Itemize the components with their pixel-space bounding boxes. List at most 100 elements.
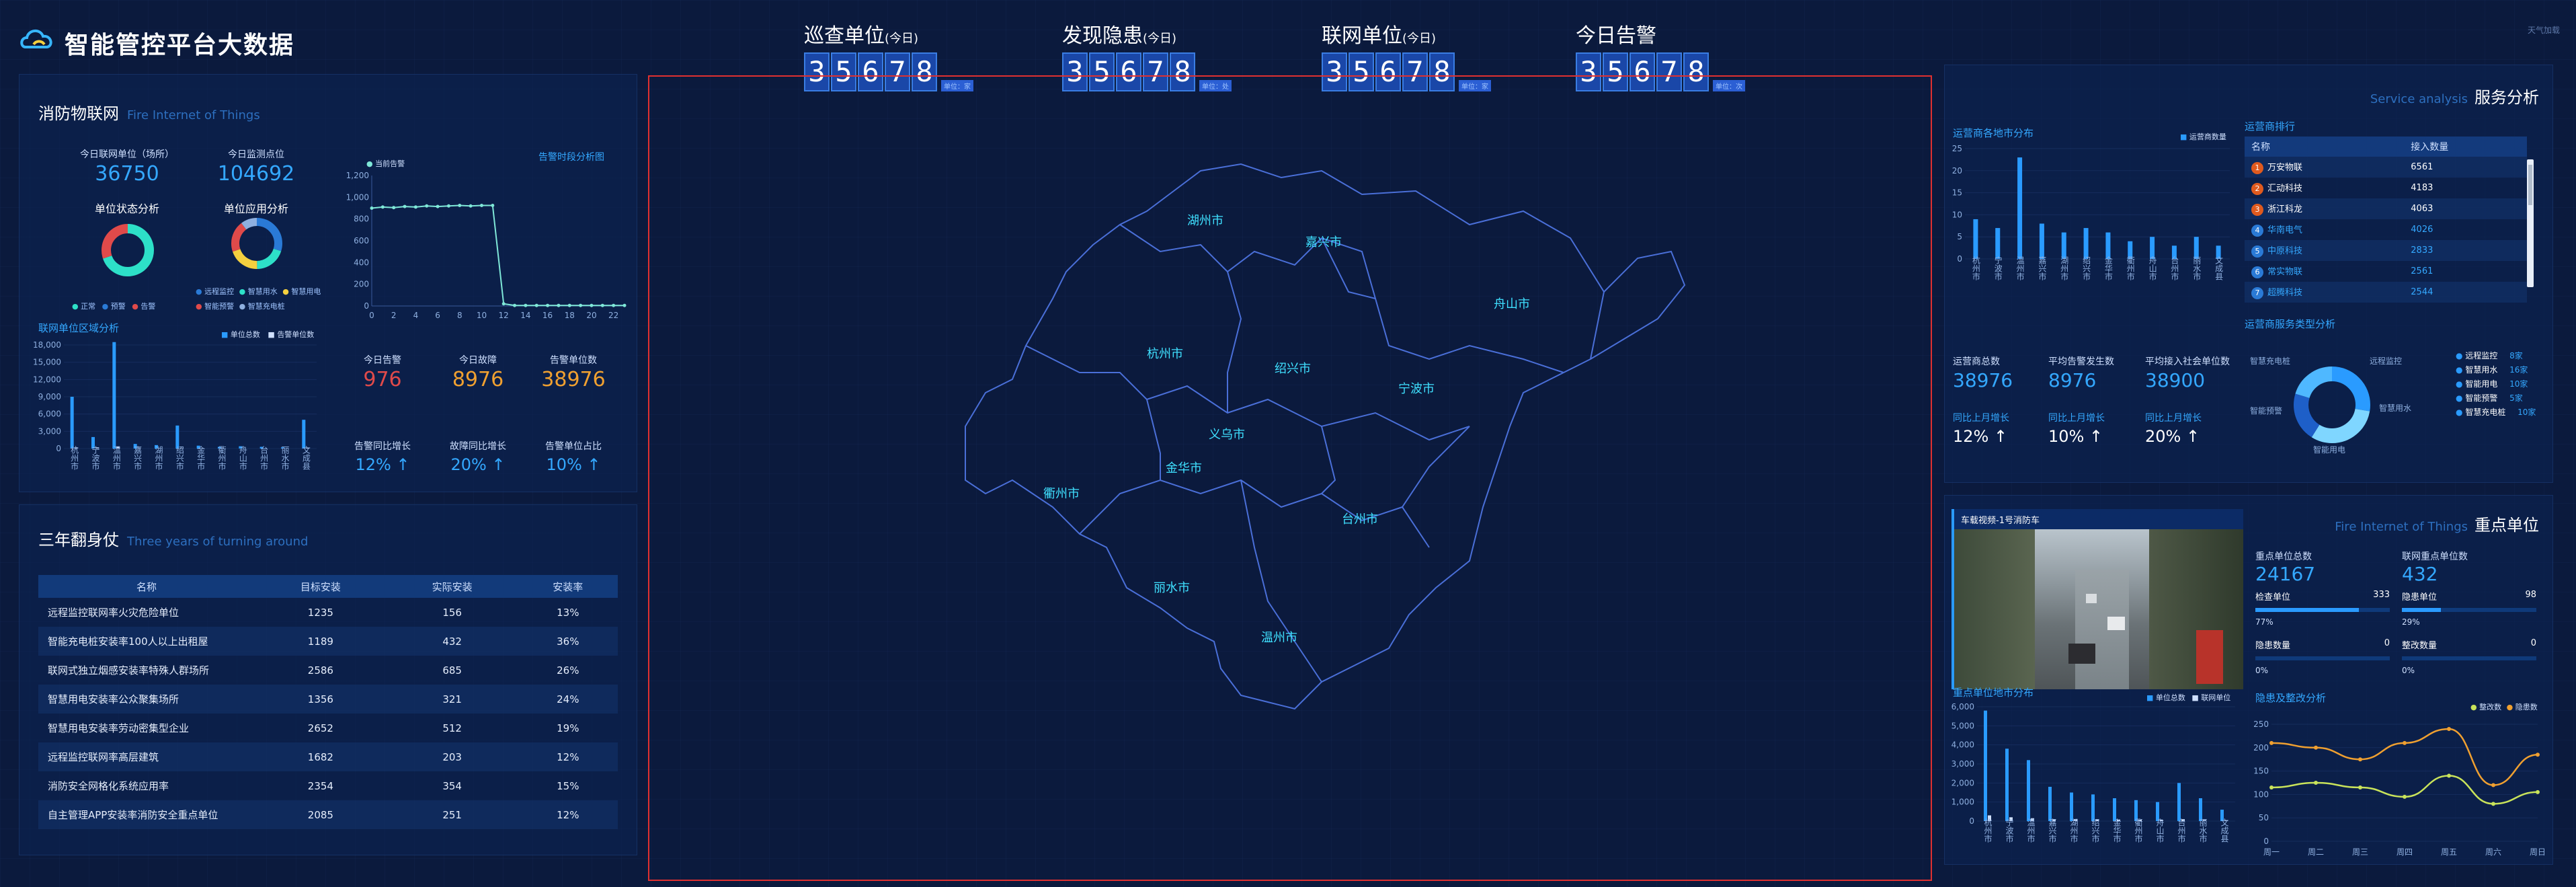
panel-title: 三年翻身仗 <box>38 531 119 549</box>
rank-name: 浙江科龙 <box>2267 204 2303 215</box>
table-cell: 354 <box>442 779 462 792</box>
svc-growth-value: 12% ↑ <box>1953 427 2008 446</box>
rank-badge: 2 <box>2251 183 2263 195</box>
donut1-legend: ● 正常 ● 预警 ● 告警 <box>72 302 156 311</box>
growth-value: 10% ↑ <box>546 455 601 474</box>
rank-row[interactable]: 4 华南电气 4026 <box>2245 219 2527 240</box>
rank-name: 万安物联 <box>2267 163 2303 173</box>
rank-row[interactable]: 3 浙江科龙 4063 <box>2245 198 2527 219</box>
rank-table: 名称 接入数量 1 万安物联 6561 2 汇动科技 4183 3 浙江科龙 4063 4 华南电气 4… <box>2245 137 2527 303</box>
y-tick-label: 800 <box>354 215 369 224</box>
kpi-title: 联网单位 <box>1322 24 1402 48</box>
data-point <box>413 205 417 209</box>
region-chart-title: 联网单位区域分析 <box>38 322 120 334</box>
bar <box>2113 798 2116 821</box>
y-tick-label: 400 <box>354 258 369 267</box>
rank-badge: 1 <box>2251 162 2263 174</box>
rank-name-cell: 3 浙江科龙 <box>2245 198 2405 219</box>
table-cell: 512 <box>442 722 462 734</box>
x-tick-label: 绍兴市 <box>2082 256 2091 280</box>
y-tick-label: 20 <box>1952 166 1962 176</box>
panel-subtitle: Service analysis <box>2370 92 2468 106</box>
rank-name-cell: 2 汇动科技 <box>2245 178 2404 198</box>
legend-item: 运营商数量 <box>2189 132 2226 141</box>
video-player[interactable]: 车载视频-1号消防车 <box>1951 509 2243 689</box>
bar <box>2105 232 2111 259</box>
rank-row[interactable]: 5 中原科技 2833 <box>2245 240 2527 261</box>
table-cell: 432 <box>386 627 518 656</box>
x-tick-label: 丽水市 <box>280 446 290 470</box>
donut-label: 智能用电 <box>2313 445 2345 455</box>
x-tick-label: 舟山市 <box>2148 256 2157 280</box>
x-tick-label: 温州市 <box>2015 256 2025 280</box>
legend-item: 正常 <box>81 302 96 311</box>
rank-scrollbar[interactable] <box>2527 159 2534 287</box>
panel-title: 重点单位 <box>2474 516 2539 535</box>
table-cell: 消防安全网格化系统应用率 <box>48 780 169 792</box>
panel-subtitle: Fire Internet of Things <box>127 108 260 122</box>
y-tick-label: 250 <box>2253 720 2269 729</box>
table-cell: 24% <box>518 685 618 714</box>
rank-row[interactable]: 2 汇动科技 4183 <box>2245 178 2527 198</box>
table-cell: 2652 <box>307 722 333 734</box>
x-tick-label: 周三 <box>2352 847 2368 857</box>
type-value: 5家 <box>2509 393 2523 403</box>
data-point <box>2358 785 2362 789</box>
ku-dist-title: 重点单位地市分布 <box>1953 687 2034 699</box>
svc-stat-label: 平均告警发生数 <box>2048 356 2114 367</box>
svc-stat-value: 38900 <box>2145 369 2206 391</box>
y-tick-label: 3,000 <box>38 426 61 436</box>
stat-label: 今日监测点位 <box>228 149 284 160</box>
x-tick-label: 台州市 <box>259 445 269 470</box>
table-cell: 1682 <box>255 742 387 771</box>
rank-name-cell: 6 常实物联 <box>2245 261 2404 282</box>
table-cell: 203 <box>386 742 518 771</box>
ku-stat-label: 联网重点单位数 <box>2402 551 2468 562</box>
svc-growth-value: 20% ↑ <box>2145 427 2200 446</box>
x-tick-label: 衢州市 <box>2134 818 2143 843</box>
operator-bar-chart: 25 20 15 10 5 0 杭州市 宁波市 温州市 嘉兴市 湖州市 绍兴市 金华市 衢州市 舟山市 台州市… <box>1952 144 2230 280</box>
bar <box>302 420 306 449</box>
progress-item: 整改数量 0 0% <box>2402 638 2536 675</box>
rank-row[interactable]: 6 常实物联 2561 <box>2245 261 2527 282</box>
table-cell: 13% <box>557 606 579 619</box>
x-tick-label: 2 <box>391 311 397 320</box>
table-cell: 685 <box>442 664 462 677</box>
x-tick-label: 舟山市 <box>2155 818 2165 843</box>
x-tick-label: 周五 <box>2441 847 2457 857</box>
rank-row[interactable]: 7 超腾科技 2544 <box>2245 282 2527 303</box>
data-point <box>600 303 604 307</box>
donut-label: 智慧充电桩 <box>2250 356 2290 366</box>
service-type-legend: ● 远程监控 8家 ● 智慧用水 16家 ● 智能用电 10家 ● 智能预警 5家 ● … <box>2456 349 2536 420</box>
x-tick-label: 周日 <box>2530 847 2544 857</box>
y-tick-label: 200 <box>2253 743 2269 753</box>
data-point <box>546 303 550 307</box>
x-tick-label: 22 <box>608 311 618 320</box>
table-cell: 智能充电桩安装率100人以上出租屋 <box>38 627 255 656</box>
hazard-legend: ● 整改数 ● 隐患数 <box>2470 703 2538 711</box>
table-cell: 19% <box>557 722 579 734</box>
progress-item: 隐患单位 98 29% <box>2402 590 2536 627</box>
region-bar-chart: 18,000 15,000 12,000 9,000 6,000 3,000 0 杭州市 宁波市… <box>33 340 317 470</box>
rank-count: 6561 <box>2404 157 2527 178</box>
panel-subtitle: Three years of turning around <box>127 535 309 549</box>
x-tick-label: 丽水市 <box>2198 818 2208 843</box>
alarm-chart-title: 告警时段分析图 <box>538 152 604 163</box>
growth-label: 故障同比增长 <box>450 441 506 452</box>
data-point <box>2358 757 2362 762</box>
rank-title: 运营商排行 <box>2245 120 2296 132</box>
rank-count: 4026 <box>2411 225 2433 235</box>
progress-label: 隐患数量 <box>2255 641 2291 651</box>
table-cell: 36% <box>518 627 618 656</box>
x-tick-label: 金华市 <box>2112 818 2122 843</box>
x-tick-label: 嘉兴市 <box>2048 818 2057 843</box>
key-units-panel: Fire Internet of Things 重点单位 车载视频-1号消防车 重… <box>1944 495 2553 865</box>
bar <box>70 397 74 449</box>
type-value: 16家 <box>2509 365 2528 375</box>
hazard-line-chart: 250 200 150 100 50 0周一 周二 周三 周四 周五 周六 周日 <box>2253 720 2544 857</box>
rank-row[interactable]: 1 万安物联 6561 <box>2245 157 2527 178</box>
data-point <box>491 203 495 207</box>
rank-name: 中原科技 <box>2267 246 2303 256</box>
x-tick-label: 绍兴市 <box>175 446 184 470</box>
table-cell: 12% <box>518 800 618 829</box>
